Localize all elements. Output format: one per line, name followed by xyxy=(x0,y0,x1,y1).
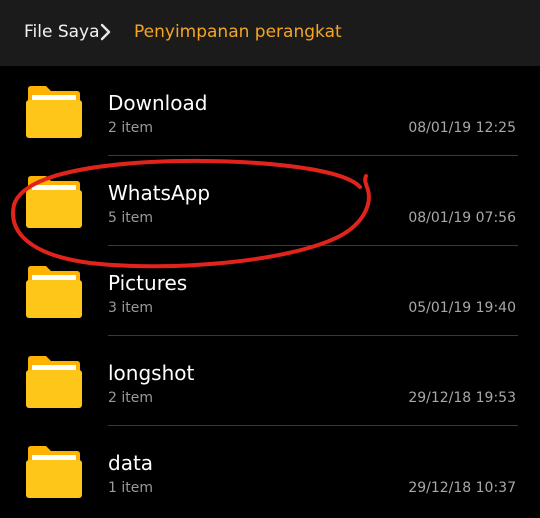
folder-name: longshot xyxy=(108,361,195,385)
folder-icon xyxy=(26,176,82,228)
folder-modified-date: 08/01/19 12:25 xyxy=(408,120,516,136)
folder-item-count: 1 item xyxy=(108,480,153,496)
folder-row-download[interactable]: Download 2 item 08/01/19 12:25 xyxy=(0,66,540,156)
folder-modified-date: 29/12/18 10:37 xyxy=(408,480,516,496)
chevron-right-icon xyxy=(100,23,111,41)
file-manager-app: File Saya Penyimpanan perangkat Download… xyxy=(0,0,540,518)
folder-icon xyxy=(26,86,82,138)
folder-row-data[interactable]: data 1 item 29/12/18 10:37 xyxy=(0,426,540,516)
folder-name: WhatsApp xyxy=(108,181,211,205)
folder-row-whatsapp[interactable]: WhatsApp 5 item 08/01/19 07:56 xyxy=(0,156,540,246)
folder-item-count: 3 item xyxy=(108,300,153,316)
folder-row-pictures[interactable]: Pictures 3 item 05/01/19 19:40 xyxy=(0,246,540,336)
folder-icon xyxy=(26,356,82,408)
breadcrumb-current: Penyimpanan perangkat xyxy=(134,22,342,42)
folder-name: Download xyxy=(108,91,208,115)
folder-item-count: 2 item xyxy=(108,120,153,136)
folder-icon xyxy=(26,266,82,318)
folder-item-count: 2 item xyxy=(108,390,153,406)
breadcrumb-bar: File Saya Penyimpanan perangkat xyxy=(0,0,540,66)
breadcrumb-root[interactable]: File Saya xyxy=(24,20,100,44)
folder-name: Pictures xyxy=(108,271,188,295)
folder-name: data xyxy=(108,451,154,475)
folder-icon xyxy=(26,446,82,498)
folder-modified-date: 08/01/19 07:56 xyxy=(408,210,516,226)
folder-modified-date: 05/01/19 19:40 xyxy=(408,300,516,316)
folder-list: Download 2 item 08/01/19 12:25 WhatsApp … xyxy=(0,66,540,516)
folder-row-longshot[interactable]: longshot 2 item 29/12/18 19:53 xyxy=(0,336,540,426)
folder-item-count: 5 item xyxy=(108,210,153,226)
folder-modified-date: 29/12/18 19:53 xyxy=(408,390,516,406)
